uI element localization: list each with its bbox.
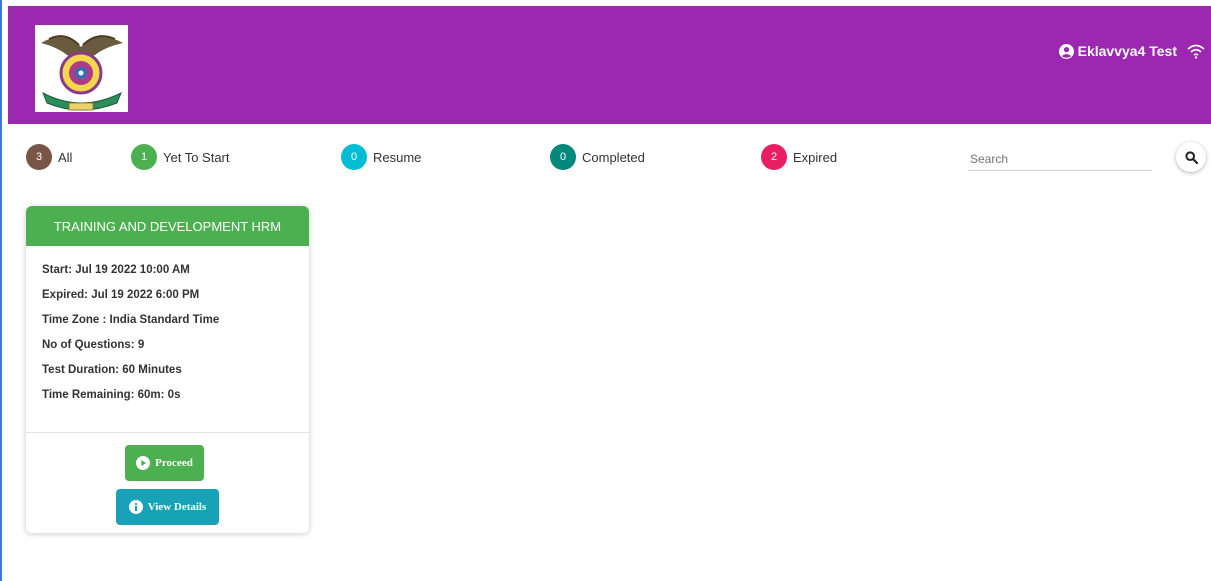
card-title: TRAINING AND DEVELOPMENT HRM [26, 206, 309, 246]
card-details: Start: Jul 19 2022 10:00 AM Expired: Jul… [26, 246, 309, 433]
start-time: Start: Jul 19 2022 10:00 AM [42, 264, 190, 276]
time-remaining: Time Remaining: 60m: 0s [42, 389, 181, 401]
time-zone: Time Zone : India Standard Time [42, 314, 220, 326]
proceed-label: Proceed [155, 457, 193, 469]
count-badge: 3 [26, 144, 52, 170]
count-badge: 1 [131, 144, 157, 170]
filter-label: Yet To Start [163, 149, 230, 165]
filter-expired[interactable]: 2 Expired [761, 144, 837, 170]
count-badge: 0 [341, 144, 367, 170]
play-icon [136, 456, 151, 470]
expiry-time: Expired: Jul 19 2022 6:00 PM [42, 289, 200, 301]
filter-yet-to-start[interactable]: 1 Yet To Start [131, 144, 230, 170]
filter-label: Resume [373, 149, 422, 165]
proceed-button[interactable]: Proceed [125, 445, 204, 481]
card-actions: Proceed View Details [26, 433, 309, 533]
app-header: Eklavvya4 Test [8, 6, 1211, 124]
filter-completed[interactable]: 0 Completed [550, 144, 645, 170]
info-icon [128, 500, 143, 514]
user-menu[interactable]: Eklavvya4 Test [1058, 43, 1205, 59]
user-icon [1058, 43, 1074, 59]
user-name: Eklavvya4 Test [1077, 43, 1177, 59]
search-input[interactable] [968, 146, 1150, 170]
wifi-icon [1187, 44, 1205, 59]
view-details-button[interactable]: View Details [116, 489, 219, 525]
search-field [968, 146, 1152, 171]
filter-all[interactable]: 3 All [26, 144, 72, 170]
question-count: No of Questions: 9 [42, 339, 145, 351]
filter-resume[interactable]: 0 Resume [341, 144, 421, 170]
filter-label: Completed [582, 149, 645, 165]
status-filter-bar: 3 All 1 Yet To Start 0 Resume 0 Complete… [0, 140, 1211, 180]
count-badge: 2 [761, 144, 787, 170]
search-icon [1184, 150, 1198, 164]
left-border [0, 0, 2, 581]
university-logo [35, 25, 128, 112]
filter-label: Expired [793, 149, 838, 165]
filter-label: All [58, 149, 73, 165]
view-details-label: View Details [147, 501, 207, 513]
test-card: TRAINING AND DEVELOPMENT HRM Start: Jul … [26, 206, 309, 533]
search-button[interactable] [1176, 142, 1206, 172]
count-badge: 0 [550, 144, 576, 170]
test-duration: Test Duration: 60 Minutes [42, 364, 182, 376]
